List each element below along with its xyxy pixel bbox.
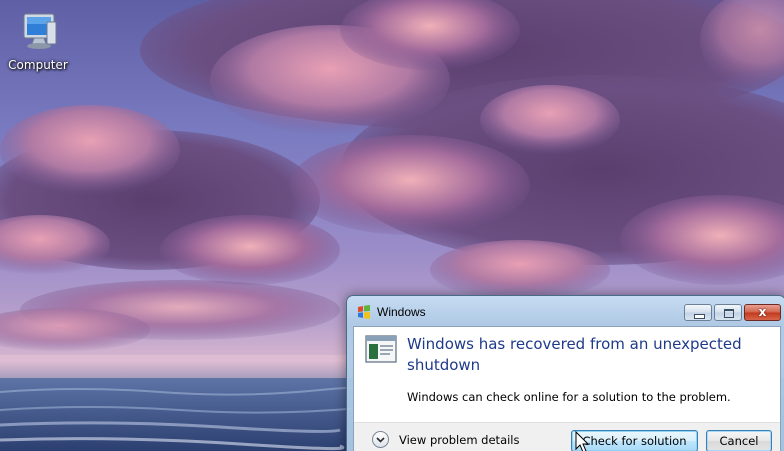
chevron-down-icon	[372, 431, 389, 448]
window-app-icon	[365, 335, 397, 363]
close-button[interactable]: x	[744, 304, 781, 321]
minimize-button[interactable]	[684, 304, 712, 321]
window-title: Windows	[377, 305, 426, 319]
title-bar[interactable]: Windows x	[347, 296, 784, 326]
dialog-footer: View problem details Check for solution …	[354, 422, 780, 451]
dialog-heading: Windows has recovered from an unexpected…	[407, 335, 742, 374]
desktop-icon-label: Computer	[8, 58, 68, 72]
close-icon: x	[758, 305, 767, 319]
dialog-content: Windows has recovered from an unexpected…	[353, 326, 781, 451]
maximize-icon	[724, 309, 734, 318]
desktop-icon-computer[interactable]: Computer	[6, 8, 70, 72]
view-problem-details-label: View problem details	[399, 433, 520, 447]
cancel-button[interactable]: Cancel	[706, 430, 772, 451]
maximize-button[interactable]	[714, 304, 742, 321]
dialog-message: Windows can check online for a solution …	[407, 390, 731, 404]
minimize-icon	[694, 314, 705, 319]
check-for-solution-button[interactable]: Check for solution	[571, 430, 698, 451]
error-recovery-dialog: Windows x Windows has recovered from an …	[346, 295, 784, 451]
desktop: Computer Windows x Windows has recovered…	[0, 0, 784, 451]
windows-flag-icon	[358, 305, 370, 319]
computer-icon	[14, 8, 62, 56]
